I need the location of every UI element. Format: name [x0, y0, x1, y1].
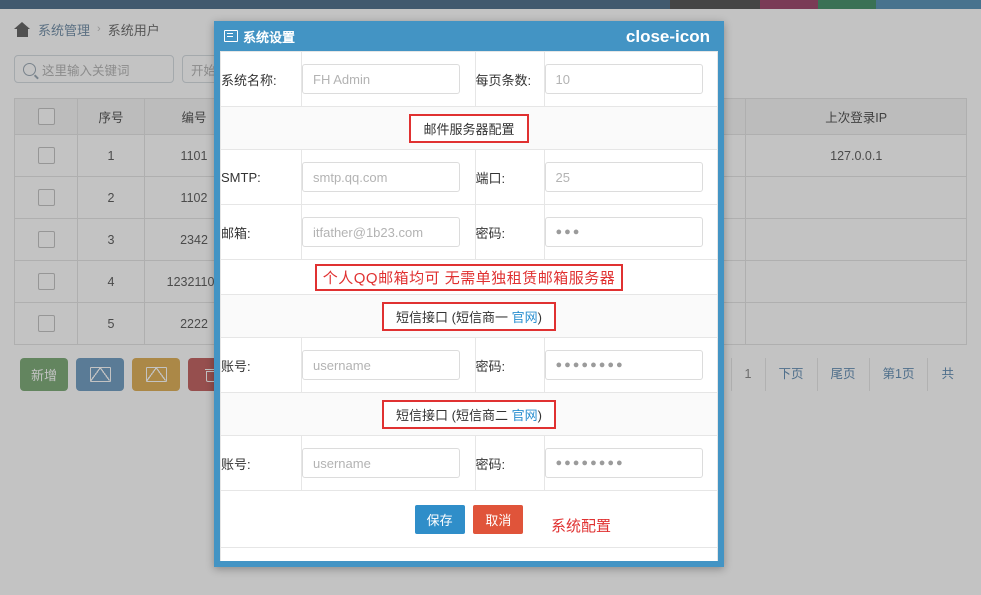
sms1-account-placeholder: username	[313, 357, 371, 373]
system-name-placeholder: FH Admin	[313, 71, 371, 87]
sms1-password-input[interactable]: ●●●●●●●●	[544, 350, 703, 380]
cancel-button[interactable]: 取消	[473, 504, 524, 534]
mail-section-heading: 邮件服务器配置	[409, 113, 529, 143]
row-email: 邮箱: itfather@1b23.com 密码: ●●●	[220, 204, 718, 260]
dialog-blank-area	[220, 547, 718, 561]
window-icon	[224, 30, 238, 42]
dialog-title-text: 系统设置	[243, 29, 296, 45]
port-label: 端口:	[474, 149, 545, 205]
smtp-placeholder: smtp.qq.com	[313, 169, 388, 185]
sms1-password-cell: ●●●●●●●●	[543, 337, 718, 393]
dialog-header: 系统设置 close-icon	[220, 21, 718, 51]
system-name-label: 系统名称:	[220, 51, 302, 107]
row-mail-heading: 邮件服务器配置	[220, 106, 718, 150]
sms2-heading: 短信接口 (短信商二 官网)	[382, 399, 556, 429]
mail-password-cell: ●●●	[543, 204, 718, 260]
sms1-account-cell: username	[301, 337, 476, 393]
sms2-account-input[interactable]: username	[302, 448, 460, 478]
email-placeholder: itfather@1b23.com	[313, 224, 424, 240]
page-size-cell: 10	[543, 51, 718, 107]
row-blank	[220, 547, 718, 561]
mail-password-input[interactable]: ●●●	[544, 217, 703, 247]
row-smtp: SMTP: smtp.qq.com 端口: 25	[220, 149, 718, 205]
settings-form: 系统名称: FH Admin 每页条数: 10 邮件服务器配置 SMTP: sm…	[220, 51, 718, 561]
sms1-heading: 短信接口 (短信商一 官网)	[382, 301, 556, 331]
sms2-official-link[interactable]: 官网	[512, 408, 538, 423]
mail-note-cell: 个人QQ邮箱均可 无需单独租赁邮箱服务器	[220, 259, 718, 295]
sms1-heading-prefix: 短信接口 (短信商一	[396, 309, 512, 325]
smtp-cell: smtp.qq.com	[301, 149, 476, 205]
system-config-annotation: 系统配置	[551, 518, 612, 535]
row-system-name: 系统名称: FH Admin 每页条数: 10	[220, 51, 718, 107]
port-input[interactable]: 25	[544, 162, 703, 192]
page-size-input[interactable]: 10	[544, 64, 703, 94]
sms2-password-cell: ●●●●●●●●	[543, 435, 718, 491]
smtp-label: SMTP:	[220, 149, 302, 205]
sms2-account-cell: username	[301, 435, 476, 491]
sms2-heading-cell: 短信接口 (短信商二 官网)	[220, 392, 718, 436]
sms1-account-input[interactable]: username	[302, 350, 460, 380]
sms1-heading-suffix: )	[537, 309, 542, 325]
row-sms1-account: 账号: username 密码: ●●●●●●●●	[220, 337, 718, 393]
page-size-placeholder: 10	[555, 71, 570, 87]
dialog-title: 系统设置	[224, 27, 295, 46]
port-cell: 25	[543, 149, 718, 205]
close-icon[interactable]: close-icon	[624, 28, 712, 45]
sms2-account-placeholder: username	[313, 455, 371, 471]
sms2-account-label: 账号:	[220, 435, 302, 491]
system-name-input[interactable]: FH Admin	[302, 64, 460, 94]
row-sms1-heading: 短信接口 (短信商一 官网)	[220, 294, 718, 338]
row-sms2-heading: 短信接口 (短信商二 官网)	[220, 392, 718, 436]
sms2-password-label: 密码:	[474, 435, 545, 491]
email-label: 邮箱:	[220, 204, 302, 260]
mail-password-label: 密码:	[474, 204, 545, 260]
smtp-input[interactable]: smtp.qq.com	[302, 162, 460, 192]
sms1-heading-cell: 短信接口 (短信商一 官网)	[220, 294, 718, 338]
sms2-password-input[interactable]: ●●●●●●●●	[544, 448, 703, 478]
row-mail-note: 个人QQ邮箱均可 无需单独租赁邮箱服务器	[220, 259, 718, 295]
dialog-actions-cell: 保存 取消 系统配置	[220, 490, 718, 548]
sms2-heading-suffix: )	[537, 407, 542, 423]
row-sms2-account: 账号: username 密码: ●●●●●●●●	[220, 435, 718, 491]
system-name-cell: FH Admin	[301, 51, 476, 107]
sms2-heading-prefix: 短信接口 (短信商二	[396, 407, 512, 423]
sms1-password-value: ●●●●●●●●	[555, 359, 625, 371]
port-placeholder: 25	[555, 169, 570, 185]
email-cell: itfather@1b23.com	[301, 204, 476, 260]
sms1-official-link[interactable]: 官网	[512, 310, 538, 325]
sms2-password-value: ●●●●●●●●	[555, 457, 625, 469]
mail-section-heading-cell: 邮件服务器配置	[220, 106, 718, 150]
sms1-password-label: 密码:	[474, 337, 545, 393]
save-button[interactable]: 保存	[414, 504, 465, 534]
email-input[interactable]: itfather@1b23.com	[302, 217, 460, 247]
sms1-account-label: 账号:	[220, 337, 302, 393]
mail-note-annotation: 个人QQ邮箱均可 无需单独租赁邮箱服务器	[314, 263, 624, 291]
mail-password-value: ●●●	[555, 226, 582, 238]
dialog-body: 系统名称: FH Admin 每页条数: 10 邮件服务器配置 SMTP: sm…	[220, 51, 718, 561]
page-size-label: 每页条数:	[474, 51, 545, 107]
system-settings-dialog: 系统设置 close-icon 系统名称: FH Admin 每页条数: 10	[214, 21, 724, 567]
row-actions: 保存 取消 系统配置	[220, 490, 718, 548]
